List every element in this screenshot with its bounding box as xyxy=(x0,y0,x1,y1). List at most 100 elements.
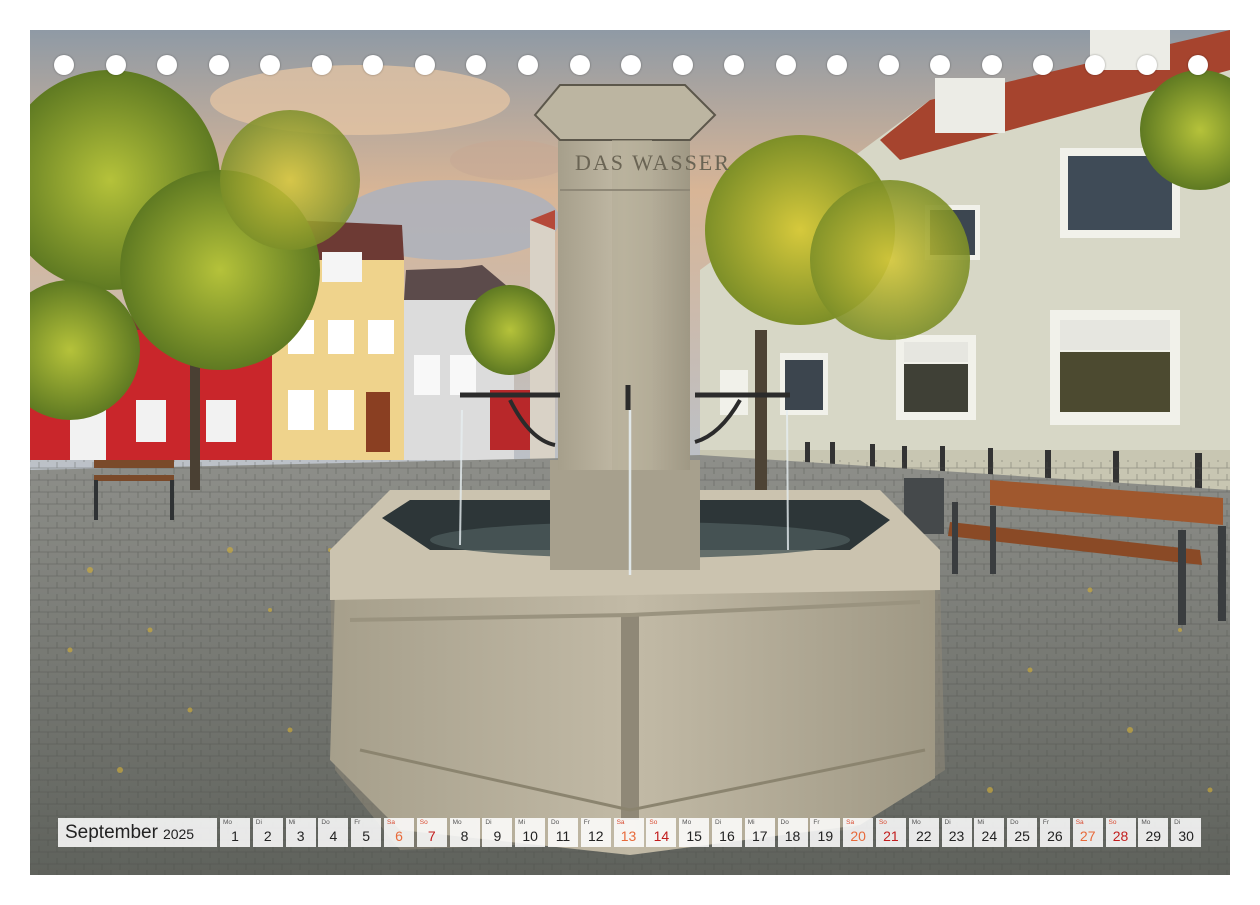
day-number: 14 xyxy=(653,828,670,844)
day-weekday: Di xyxy=(485,819,492,826)
day-weekday: Do xyxy=(1010,819,1019,826)
day-number: 5 xyxy=(362,828,371,844)
day-number: 19 xyxy=(817,828,834,844)
binding-hole xyxy=(569,55,590,75)
day-number: 22 xyxy=(915,828,932,844)
day-cell-21: So 21 xyxy=(875,818,906,847)
day-number: 16 xyxy=(719,828,735,844)
day-weekday: Sa xyxy=(1075,819,1084,826)
binding-hole xyxy=(1033,55,1054,75)
day-number: 23 xyxy=(948,828,965,844)
day-cell-16: Di 16 xyxy=(711,818,742,847)
day-cell-17: Mi 17 xyxy=(744,818,775,847)
binding-hole xyxy=(981,55,1002,75)
day-cell-29: Mo 29 xyxy=(1138,818,1169,847)
day-cell-28: So 28 xyxy=(1105,818,1136,847)
day-weekday: Di xyxy=(255,819,262,826)
day-number: 2 xyxy=(263,828,272,844)
binding-hole xyxy=(1188,55,1209,75)
binding-hole xyxy=(724,55,745,75)
binding-hole xyxy=(517,55,538,75)
day-cell-30: Di 30 xyxy=(1171,818,1202,847)
day-cell-27: Sa 27 xyxy=(1072,818,1103,847)
day-number: 21 xyxy=(883,828,899,844)
binding-hole xyxy=(827,55,848,75)
day-number: 28 xyxy=(1112,828,1129,844)
day-number: 29 xyxy=(1145,828,1162,844)
day-number: 26 xyxy=(1047,828,1063,844)
month-year: 2025 xyxy=(162,826,195,842)
day-weekday: Sa xyxy=(386,819,395,826)
day-cell-4: Do 4 xyxy=(318,818,349,847)
day-cell-19: Fr 19 xyxy=(810,818,841,847)
binding-hole xyxy=(930,55,951,75)
binding-hole xyxy=(208,55,229,75)
day-cell-3: Mi 3 xyxy=(285,818,316,847)
day-weekday: Mo xyxy=(911,819,921,826)
day-number: 6 xyxy=(395,828,403,844)
day-weekday: Mi xyxy=(288,819,296,826)
binding-hole xyxy=(105,55,126,75)
day-weekday: Mo xyxy=(1141,819,1151,826)
photo-fountain-square: DAS WASSER xyxy=(30,30,1230,875)
day-number: 10 xyxy=(522,828,538,844)
day-weekday: Mo xyxy=(682,819,692,826)
day-number: 12 xyxy=(587,828,604,844)
day-number: 20 xyxy=(850,828,866,844)
day-cell-7: So 7 xyxy=(416,818,447,847)
day-cell-2: Di 2 xyxy=(252,818,283,847)
day-cell-1: Mo 1 xyxy=(220,818,250,847)
binding-hole xyxy=(466,55,487,75)
day-number: 8 xyxy=(460,828,469,844)
day-cell-9: Di 9 xyxy=(482,818,513,847)
binding-hole xyxy=(54,55,74,75)
binding-hole xyxy=(775,55,796,75)
day-weekday: Sa xyxy=(846,819,855,826)
binding-hole xyxy=(878,55,899,75)
day-weekday: Do xyxy=(321,819,330,826)
binding-hole xyxy=(621,55,642,75)
day-weekday: So xyxy=(1108,819,1117,826)
day-number: 4 xyxy=(329,828,338,844)
day-cell-8: Mo 8 xyxy=(449,818,480,847)
day-number: 13 xyxy=(620,828,637,844)
day-weekday: Fr xyxy=(354,819,361,826)
binding-hole xyxy=(1136,55,1157,75)
binding-hole xyxy=(672,55,693,75)
day-weekday: Mo xyxy=(223,819,233,826)
day-cell-22: Mo 22 xyxy=(908,818,939,847)
day-number: 17 xyxy=(751,828,768,844)
day-number: 11 xyxy=(555,828,571,844)
day-cell-24: Mi 24 xyxy=(974,818,1005,847)
binding-hole xyxy=(414,55,435,75)
binding-hole xyxy=(1085,55,1105,75)
day-cell-15: Mo 15 xyxy=(679,818,710,847)
day-cell-12: Fr 12 xyxy=(580,818,611,847)
day-weekday: Mi xyxy=(518,819,526,826)
day-number: 24 xyxy=(981,828,998,844)
day-cell-20: Sa 20 xyxy=(843,818,874,847)
day-weekday: Di xyxy=(1174,819,1181,826)
day-cell-14: So 14 xyxy=(646,818,677,847)
day-weekday: So xyxy=(649,819,658,826)
day-number: 9 xyxy=(493,828,502,844)
day-cell-18: Do 18 xyxy=(777,818,808,847)
day-number: 30 xyxy=(1178,828,1194,844)
day-weekday: Fr xyxy=(1042,819,1050,826)
month-name: September xyxy=(65,821,158,843)
day-weekday: Mo xyxy=(452,819,462,826)
day-weekday: Di xyxy=(944,819,951,826)
calendar-strip: September 2025 Mo 1 Di 2 Mi 3 Do 4 Fr 5 Sa 6 So 7 Mo 8 D… xyxy=(58,818,1204,847)
day-number: 25 xyxy=(1014,828,1030,844)
day-weekday: Sa xyxy=(616,819,625,826)
day-cells: Mo 1 Di 2 Mi 3 Do 4 Fr 5 Sa 6 So 7 Mo 8 Di 9 Mi 10 Do 11 Fr 12 S… xyxy=(220,818,1204,847)
binding-hole xyxy=(363,55,384,75)
day-number: 27 xyxy=(1079,828,1096,844)
day-weekday: Fr xyxy=(583,819,590,826)
day-number: 18 xyxy=(784,828,801,844)
day-weekday: Do xyxy=(780,819,789,826)
day-cell-10: Mi 10 xyxy=(515,818,546,847)
day-cell-5: Fr 5 xyxy=(351,818,382,847)
day-weekday: Fr xyxy=(813,819,820,826)
day-weekday: Mi xyxy=(977,819,985,826)
